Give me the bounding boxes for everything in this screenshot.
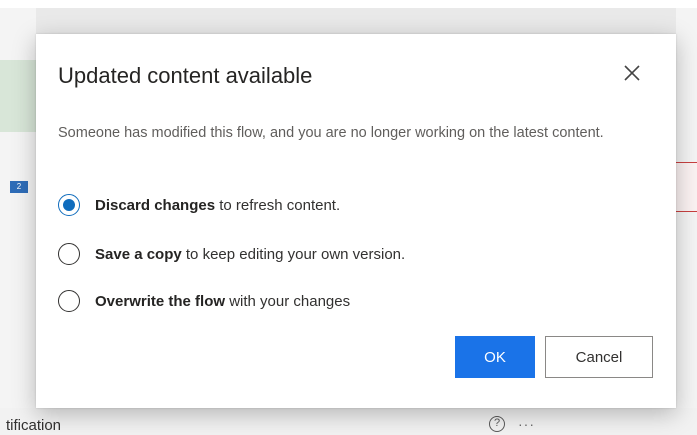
more-options-icon[interactable]: ···	[518, 416, 535, 432]
dialog-title: Updated content available	[58, 63, 313, 88]
app-bottom-row	[0, 408, 697, 435]
ok-button[interactable]: OK	[455, 336, 535, 378]
radio-discard-changes[interactable]	[58, 194, 80, 216]
app-right-panel	[676, 8, 697, 435]
app-left-highlight	[0, 60, 36, 132]
option-label-bold: Discard changes	[95, 196, 216, 214]
close-button[interactable]	[620, 61, 644, 85]
app-error-card	[676, 162, 697, 212]
option-label: Discard changes to refresh content.	[95, 197, 340, 214]
app-step-badge: 2	[10, 181, 28, 193]
app-step-label: tification	[6, 417, 62, 434]
radio-save-copy[interactable]	[58, 243, 80, 265]
option-label-bold: Overwrite the flow	[95, 292, 226, 310]
option-label: Overwrite the flow with your changes	[95, 293, 350, 310]
option-label: Save a copy to keep editing your own ver…	[95, 246, 405, 263]
option-label-rest: to keep editing your own version.	[181, 245, 406, 263]
option-label-bold: Save a copy	[95, 245, 182, 263]
close-icon	[624, 65, 640, 81]
option-save-copy[interactable]: Save a copy to keep editing your own ver…	[58, 243, 405, 265]
help-icon[interactable]: ?	[489, 416, 505, 432]
app-top-bar	[0, 0, 697, 8]
cancel-button[interactable]: Cancel	[545, 336, 653, 378]
option-discard-changes[interactable]: Discard changes to refresh content.	[58, 194, 340, 216]
option-label-rest: to refresh content.	[215, 196, 341, 214]
updated-content-dialog: Updated content available Someone has mo…	[36, 34, 676, 408]
option-label-rest: with your changes	[225, 292, 351, 310]
dialog-description: Someone has modified this flow, and you …	[58, 125, 604, 141]
radio-overwrite-flow[interactable]	[58, 290, 80, 312]
option-overwrite-flow[interactable]: Overwrite the flow with your changes	[58, 290, 350, 312]
